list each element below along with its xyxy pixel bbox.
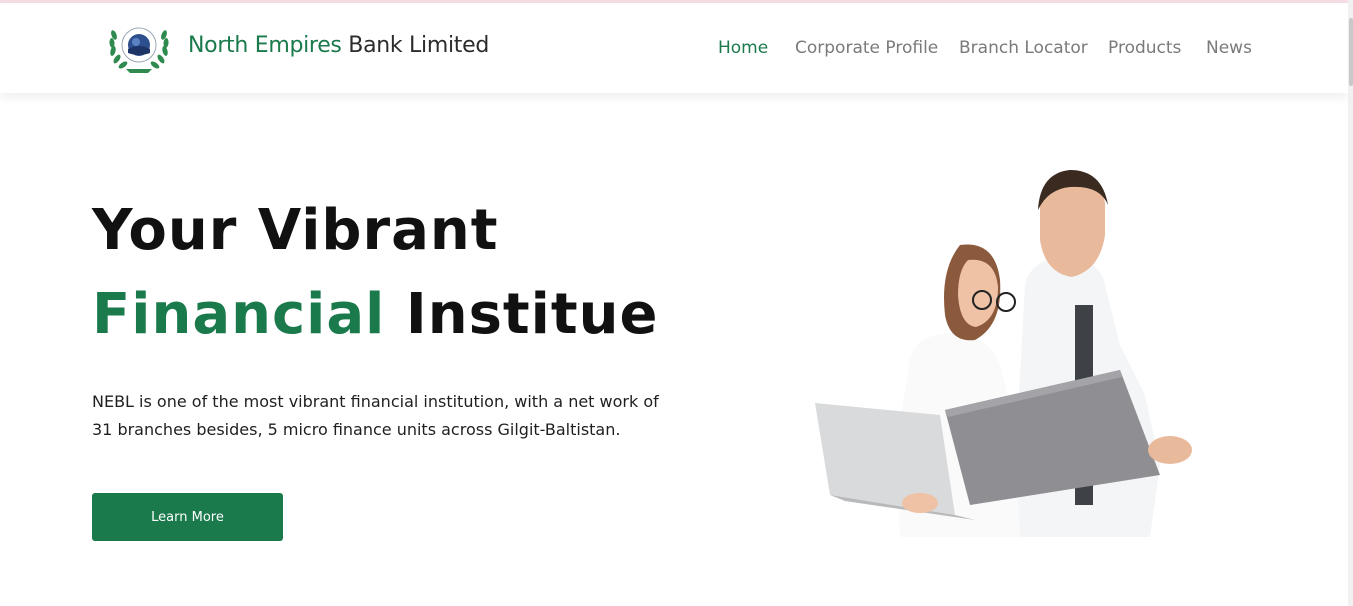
nav-branch-locator[interactable]: Branch Locator <box>959 38 1088 58</box>
page-scrollbar[interactable] <box>1348 0 1353 606</box>
hero-title-rest: Institue <box>405 282 659 347</box>
hero-description: NEBL is one of the most vibrant financia… <box>92 392 659 439</box>
hero-title-line1: Your Vibrant <box>92 198 499 263</box>
nav-home[interactable]: Home <box>718 38 768 58</box>
brand-name-secondary: Bank Limited <box>348 33 489 58</box>
hero-people-laptops-image <box>815 170 1192 537</box>
scrollbar-thumb[interactable] <box>1349 18 1353 86</box>
learn-more-button[interactable]: Learn More <box>92 493 283 541</box>
brand-name[interactable]: North Empires Bank Limited <box>188 33 489 58</box>
bank-logo-icon[interactable] <box>106 23 172 75</box>
hero-title-accent: Financial <box>92 282 386 347</box>
site-header: North Empires Bank Limited Home Corporat… <box>0 3 1348 93</box>
nav-products[interactable]: Products <box>1108 38 1181 58</box>
nav-news[interactable]: News <box>1206 38 1252 58</box>
nav-corporate-profile[interactable]: Corporate Profile <box>795 38 938 58</box>
hero-title-line2: Financial Institue <box>92 282 658 347</box>
brand-name-primary: North Empires <box>188 33 342 58</box>
